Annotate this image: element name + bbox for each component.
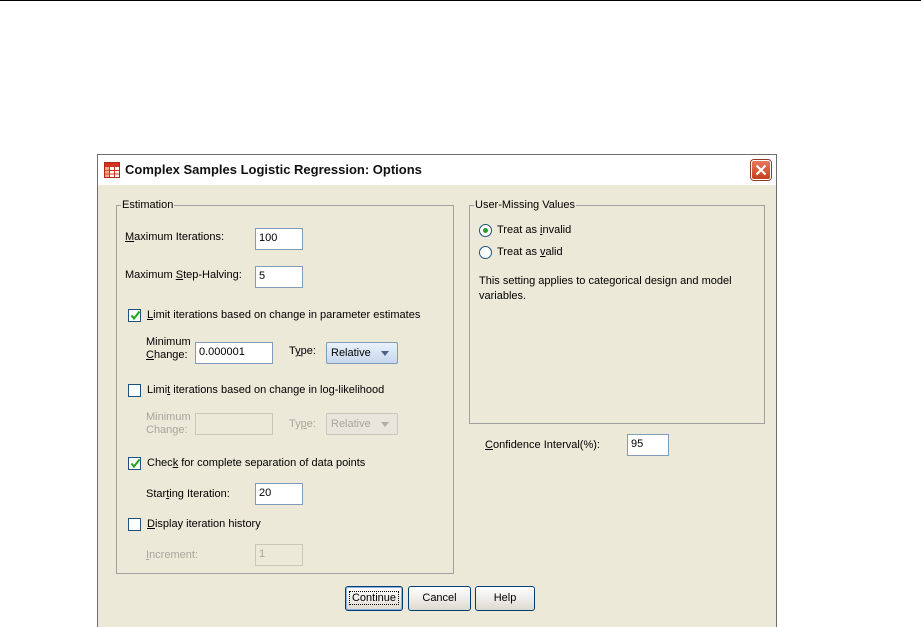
user-missing-legend: User-Missing Values	[474, 199, 577, 211]
checkmark-icon	[130, 310, 141, 321]
loglik-type-select: Relative	[326, 413, 398, 435]
loglik-type-label: Type:	[289, 418, 316, 430]
param-type-label: Type:	[289, 345, 316, 357]
increment-input: 1	[255, 544, 303, 566]
estimation-group: Estimation Maximum Iterations: 100 Maxim…	[116, 199, 454, 574]
cancel-button[interactable]: Cancel	[408, 586, 471, 611]
max-iterations-input[interactable]: 100	[255, 228, 303, 250]
param-min-change-label: Minimum Change:	[146, 336, 191, 361]
limit-loglik-checkbox[interactable]	[128, 384, 141, 397]
iteration-history-label[interactable]: Display iteration history	[147, 518, 261, 530]
max-step-halving-input[interactable]: 5	[255, 266, 303, 288]
iteration-history-checkbox[interactable]	[128, 518, 141, 531]
starting-iteration-input[interactable]: 20	[255, 483, 303, 505]
title-bar[interactable]: Complex Samples Logistic Regression: Opt…	[98, 155, 776, 185]
treat-invalid-label[interactable]: Treat as invalid	[497, 224, 571, 236]
user-missing-note: This setting applies to categorical desi…	[479, 275, 732, 302]
close-icon	[755, 164, 767, 176]
loglik-min-change-label: Minimum Change:	[146, 411, 191, 436]
param-type-select[interactable]: Relative	[326, 342, 398, 364]
close-button[interactable]	[751, 160, 771, 180]
help-button[interactable]: Help	[475, 586, 535, 611]
chevron-down-icon	[381, 422, 389, 427]
max-step-halving-label: Maximum Step-Halving:	[125, 269, 242, 281]
user-missing-group: User-Missing Values Treat as invalid Tre…	[469, 199, 765, 424]
estimation-legend: Estimation	[121, 199, 175, 211]
starting-iteration-label: Starting Iteration:	[146, 488, 230, 500]
spss-grid-icon	[104, 162, 120, 178]
max-iterations-label: Maximum Iterations:	[125, 231, 225, 243]
checkmark-icon	[130, 458, 141, 469]
increment-label: Increment:	[146, 549, 198, 561]
confidence-interval-label: Confidence Interval(%):	[485, 439, 600, 451]
top-rule	[0, 0, 921, 1]
confidence-interval-input[interactable]: 95	[627, 434, 669, 456]
treat-valid-label[interactable]: Treat as valid	[497, 246, 563, 258]
limit-param-checkbox[interactable]	[128, 309, 141, 322]
loglik-min-change-input	[195, 413, 273, 435]
param-min-change-input[interactable]: 0.000001	[195, 342, 273, 364]
dialog-title: Complex Samples Logistic Regression: Opt…	[125, 162, 422, 177]
complete-separation-label[interactable]: Check for complete separation of data po…	[147, 457, 365, 469]
treat-invalid-radio[interactable]	[479, 224, 492, 237]
treat-valid-radio[interactable]	[479, 246, 492, 259]
continue-button[interactable]: Continue	[345, 586, 403, 611]
limit-loglik-label[interactable]: Limit iterations based on change in log-…	[147, 384, 384, 396]
options-dialog: Complex Samples Logistic Regression: Opt…	[97, 154, 777, 627]
limit-param-label[interactable]: Limit iterations based on change in para…	[147, 309, 420, 321]
complete-separation-checkbox[interactable]	[128, 457, 141, 470]
radio-selected-dot	[483, 228, 488, 233]
chevron-down-icon	[381, 351, 389, 356]
